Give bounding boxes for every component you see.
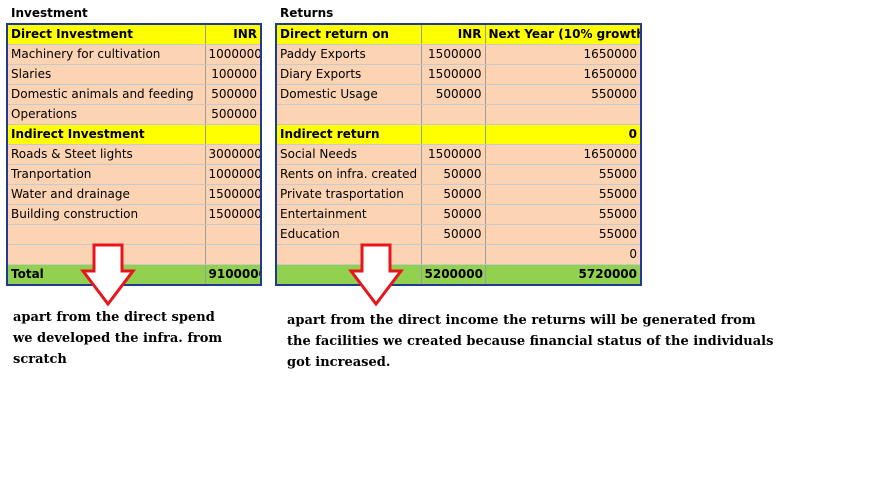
- row-next: 550000: [485, 84, 642, 105]
- returns-direct-header-unit: INR: [421, 24, 486, 45]
- table-row: Machinery for cultivation 1000000: [7, 44, 262, 65]
- investment-total-value: 9100000: [205, 264, 262, 286]
- returns-direct-header-growth: Next Year (10% growth): [485, 24, 642, 45]
- row-value: 1000000: [205, 44, 262, 65]
- returns-total-next: 5720000: [485, 264, 642, 286]
- row-value: 1500000: [421, 44, 486, 65]
- investment-direct-header-unit: INR: [205, 24, 262, 45]
- row-label: Entertainment: [276, 204, 422, 225]
- row-label: Diary Exports: [276, 64, 422, 85]
- row-value: 100000: [205, 64, 262, 85]
- empty-cell: [421, 244, 486, 265]
- returns-indirect-header-label: Indirect return: [276, 124, 422, 145]
- row-next: 55000: [485, 224, 642, 245]
- returns-direct-header-label: Direct return on: [276, 24, 422, 45]
- row-label: Social Needs: [276, 144, 422, 165]
- table-row: Social Needs 1500000 1650000: [276, 144, 642, 165]
- row-label: Machinery for cultivation: [7, 44, 206, 65]
- returns-note: apart from the direct income the returns…: [287, 310, 773, 373]
- row-label: Tranportation: [7, 164, 206, 185]
- empty-cell: [7, 224, 206, 245]
- row-value: 1500000: [205, 184, 262, 205]
- returns-indirect-header-value: [421, 124, 486, 145]
- row-label: Operations: [7, 104, 206, 125]
- row-next: 55000: [485, 164, 642, 185]
- table-row: Education 50000 55000: [276, 224, 642, 245]
- empty-cell: [205, 244, 262, 265]
- table-row: Rents on infra. created 50000 55000: [276, 164, 642, 185]
- row-value: 50000: [421, 204, 486, 225]
- note-line: got increased.: [287, 355, 391, 370]
- row-next: 1650000: [485, 44, 642, 65]
- row-value: 50000: [421, 184, 486, 205]
- row-next: 1650000: [485, 144, 642, 165]
- table-row: Water and drainage 1500000: [7, 184, 262, 205]
- table-row: 0: [276, 244, 642, 265]
- returns-title: Returns: [280, 6, 334, 20]
- empty-cell: [205, 224, 262, 245]
- row-value: 1500000: [205, 204, 262, 225]
- table-row: Tranportation 1000000: [7, 164, 262, 185]
- row-next: 1650000: [485, 64, 642, 85]
- row-label: Education: [276, 224, 422, 245]
- table-row: Operations 500000: [7, 104, 262, 125]
- down-arrow-icon: [80, 243, 136, 307]
- row-value: 1000000: [205, 164, 262, 185]
- row-label: Domestic Usage: [276, 84, 422, 105]
- row-label: Building construction: [7, 204, 206, 225]
- investment-indirect-header-row: Indirect Investment: [7, 124, 262, 145]
- row-value: 50000: [421, 164, 486, 185]
- row-value: 50000: [421, 224, 486, 245]
- table-row-empty: [7, 224, 262, 245]
- note-line: scratch: [13, 352, 67, 367]
- table-row-empty: [276, 104, 642, 125]
- empty-cell: [485, 104, 642, 125]
- row-value: 500000: [205, 104, 262, 125]
- note-line: the facilities we created because financ…: [287, 334, 774, 349]
- row-next: 0: [485, 244, 642, 265]
- returns-total-row: 5200000 5720000: [276, 264, 642, 286]
- row-value: 500000: [205, 84, 262, 105]
- investment-direct-header-row: Direct Investment INR: [7, 24, 262, 45]
- investment-indirect-header-label: Indirect Investment: [7, 124, 206, 145]
- down-arrow-icon: [348, 243, 404, 307]
- table-row: Domestic Usage 500000 550000: [276, 84, 642, 105]
- table-row: Private trasportation 50000 55000: [276, 184, 642, 205]
- note-line: apart from the direct spend: [13, 310, 215, 325]
- returns-indirect-header-next: 0: [485, 124, 642, 145]
- returns-total-value: 5200000: [421, 264, 486, 286]
- table-row: Domestic animals and feeding 500000: [7, 84, 262, 105]
- row-label: Water and drainage: [7, 184, 206, 205]
- table-row: Entertainment 50000 55000: [276, 204, 642, 225]
- returns-direct-header-row: Direct return on INR Next Year (10% grow…: [276, 24, 642, 45]
- row-value: 1500000: [421, 144, 486, 165]
- row-label: Private trasportation: [276, 184, 422, 205]
- row-next: 55000: [485, 204, 642, 225]
- investment-title: Investment: [11, 6, 88, 20]
- note-line: we developed the infra. from: [13, 331, 223, 346]
- investment-direct-header-label: Direct Investment: [7, 24, 206, 45]
- investment-indirect-header-unit: [205, 124, 262, 145]
- row-value: 1500000: [421, 64, 486, 85]
- table-row: Slaries 100000: [7, 64, 262, 85]
- returns-indirect-header-row: Indirect return 0: [276, 124, 642, 145]
- row-label: Paddy Exports: [276, 44, 422, 65]
- investment-note: apart from the direct spend we developed…: [13, 307, 222, 370]
- table-row: Building construction 1500000: [7, 204, 262, 225]
- note-line: apart from the direct income the returns…: [287, 313, 756, 328]
- table-row: Diary Exports 1500000 1650000: [276, 64, 642, 85]
- row-value: 500000: [421, 84, 486, 105]
- row-label: Roads & Steet lights: [7, 144, 206, 165]
- empty-cell: [421, 104, 486, 125]
- table-row: Roads & Steet lights 3000000: [7, 144, 262, 165]
- table-row: Paddy Exports 1500000 1650000: [276, 44, 642, 65]
- empty-cell: [276, 104, 422, 125]
- row-label: Rents on infra. created: [276, 164, 422, 185]
- row-label: Slaries: [7, 64, 206, 85]
- row-next: 55000: [485, 184, 642, 205]
- row-value: 3000000: [205, 144, 262, 165]
- row-label: Domestic animals and feeding: [7, 84, 206, 105]
- returns-table: Direct return on INR Next Year (10% grow…: [275, 23, 642, 286]
